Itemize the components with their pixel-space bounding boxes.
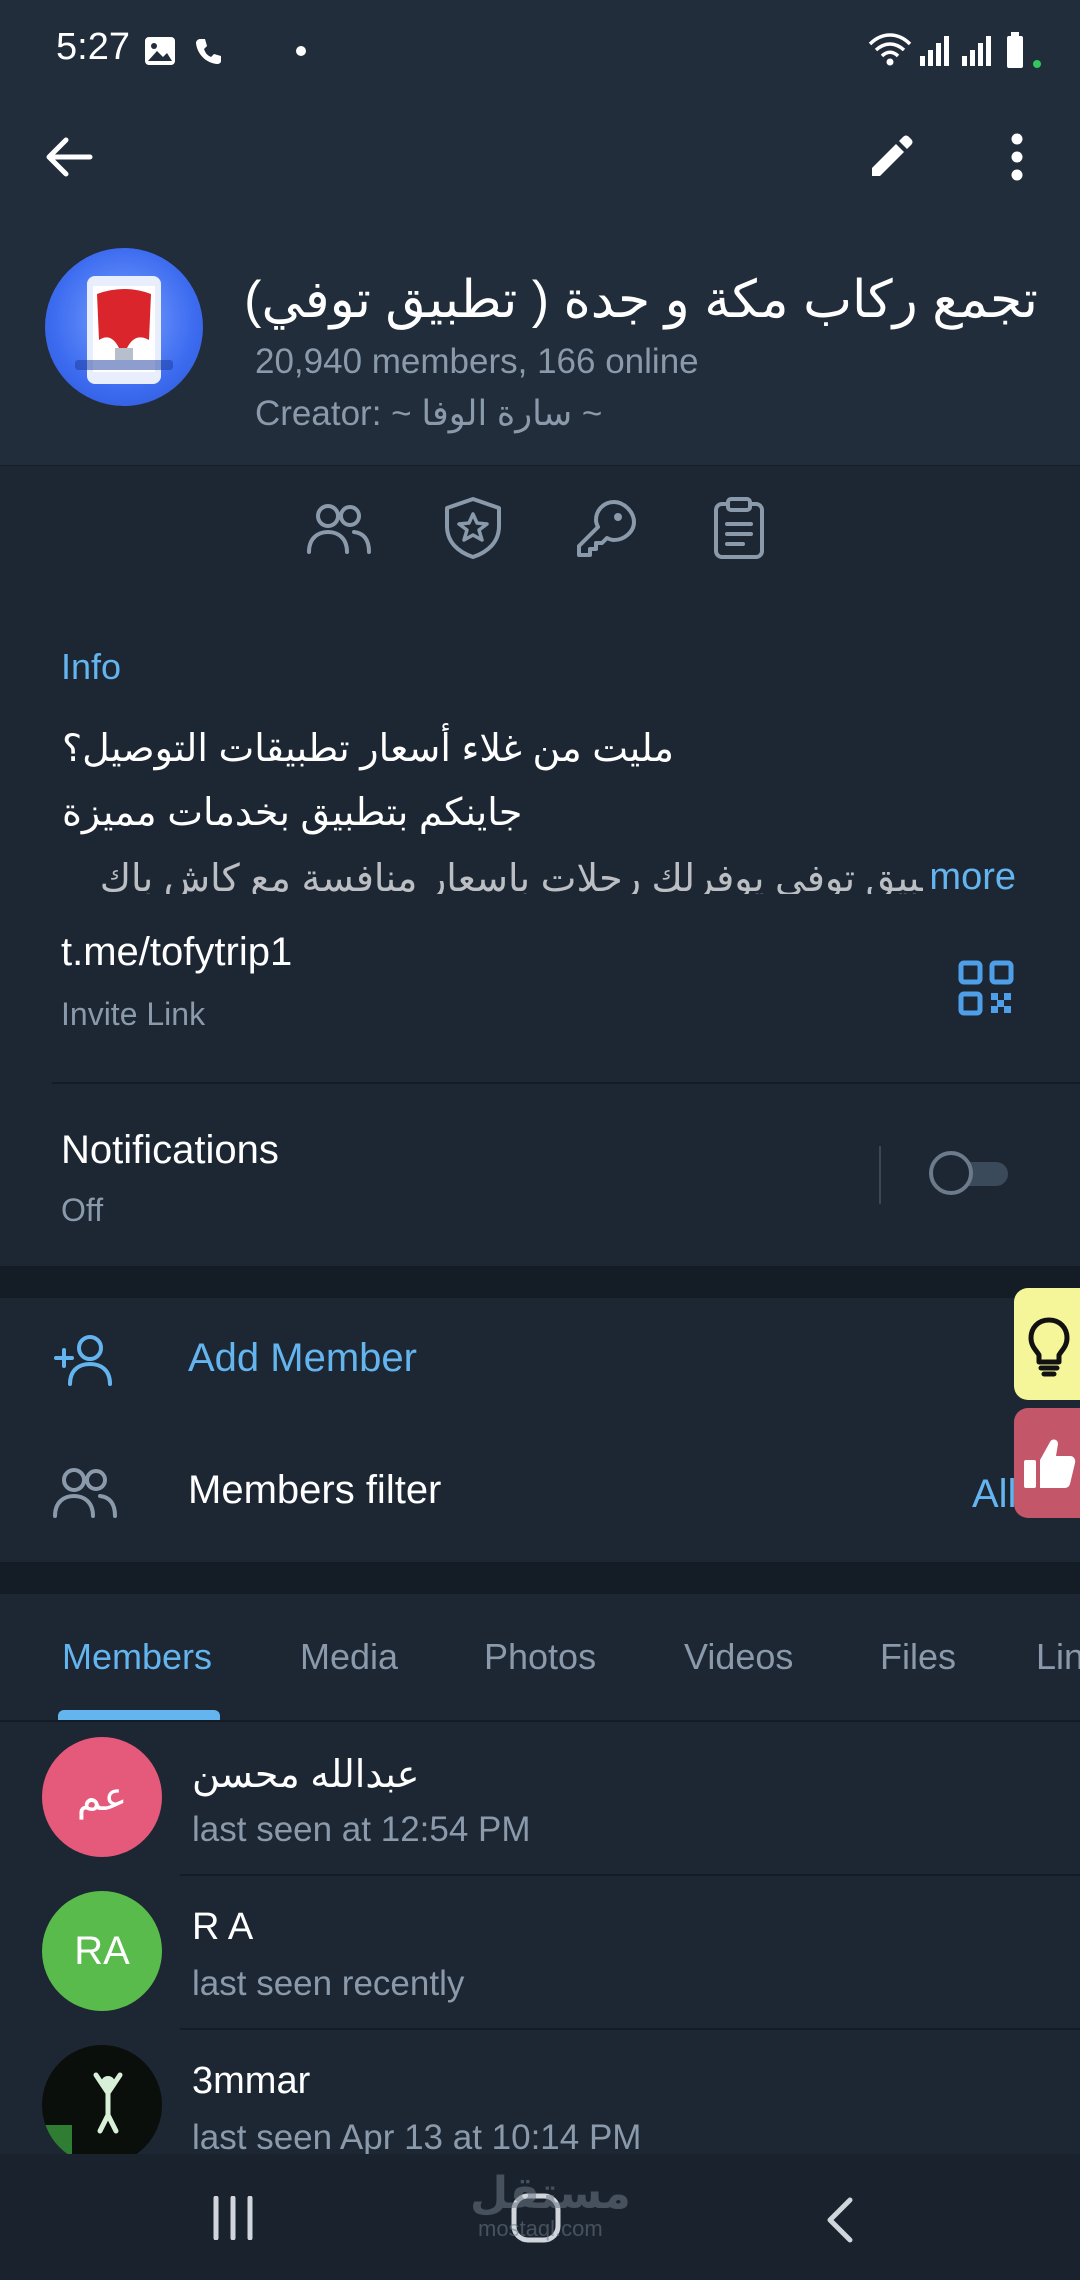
notifications-state: Off xyxy=(61,1192,104,1228)
more-options-button[interactable] xyxy=(1000,132,1034,182)
section-gap xyxy=(0,1266,1080,1298)
member-name[interactable]: R A xyxy=(192,1906,253,1949)
add-member-icon[interactable] xyxy=(52,1332,118,1388)
list-item[interactable]: عم xyxy=(42,1737,162,1857)
tip-button[interactable] xyxy=(1014,1288,1080,1400)
member-name[interactable]: 3mmar xyxy=(192,2060,310,2103)
avatar: عم xyxy=(42,1737,162,1857)
invite-link-label: Invite Link xyxy=(61,996,206,1032)
active-tab-indicator xyxy=(58,1710,220,1720)
members-filter-icon xyxy=(52,1464,118,1520)
tab-files[interactable]: Files xyxy=(880,1636,956,1678)
dot-icon xyxy=(296,46,306,56)
group-member-count: 20,940 members, 166 online xyxy=(255,342,699,381)
group-avatar[interactable] xyxy=(45,248,203,406)
tab-media[interactable]: Media xyxy=(300,1636,398,1678)
members-icon[interactable] xyxy=(306,500,372,556)
list-item[interactable]: RA xyxy=(42,1891,162,2011)
tab-members[interactable]: Members xyxy=(62,1636,212,1678)
qr-code-icon[interactable] xyxy=(958,960,1014,1016)
invite-link[interactable]: t.me/tofytrip1 xyxy=(61,930,292,975)
divider xyxy=(180,2028,1080,2030)
member-status: last seen at 12:54 PM xyxy=(192,1810,531,1849)
list-item[interactable] xyxy=(42,2045,162,2165)
info-heading: Info xyxy=(61,646,122,687)
divider xyxy=(52,1082,1080,1084)
tab-links[interactable]: Links xyxy=(1036,1636,1080,1678)
status-time: 5:27 xyxy=(56,26,130,68)
recent-apps-button[interactable] xyxy=(210,2196,256,2240)
permissions-key-icon[interactable] xyxy=(574,498,638,560)
member-status: last seen recently xyxy=(192,1964,465,2003)
admins-shield-icon[interactable] xyxy=(442,496,504,560)
lightbulb-icon xyxy=(1028,1317,1070,1377)
more-vertical-icon xyxy=(1011,133,1023,181)
avatar xyxy=(42,2045,162,2165)
member-actions xyxy=(0,1298,1080,1562)
description-line-faded: تطبيق توفي يوفرلك رحلات باسعار منافسة مع… xyxy=(99,858,962,894)
notifications-title[interactable]: Notifications xyxy=(61,1128,279,1173)
member-name[interactable]: عبدالله محسن xyxy=(192,1752,419,1797)
chevron-left-icon xyxy=(827,2197,853,2243)
recent-apps-icon xyxy=(213,2196,253,2240)
description-more-link[interactable]: more xyxy=(923,856,1016,899)
gallery-icon xyxy=(144,36,176,66)
description-line: مليت من غلاء أسعار تطبيقات التوصيل؟ xyxy=(62,728,675,770)
signal-icon xyxy=(960,34,994,66)
admin-actions-row xyxy=(0,465,1080,595)
section-gap xyxy=(0,1562,1080,1594)
group-title: تجمع ركاب مكة و جدة ( تطبيق توفي) xyxy=(244,271,1038,329)
back-button[interactable] xyxy=(44,134,94,180)
description-line: جاينكم بتطبيق بخدمات مميزة xyxy=(62,792,523,834)
tab-videos[interactable]: Videos xyxy=(684,1636,793,1678)
phone-icon xyxy=(194,36,224,66)
arrow-left-icon xyxy=(46,137,93,177)
battery-icon xyxy=(1004,30,1044,70)
signal-icon xyxy=(918,34,952,66)
wifi-icon xyxy=(868,32,912,68)
pencil-icon xyxy=(872,135,913,176)
watermark-sub: mostaql.com xyxy=(478,2216,603,2241)
members-filter-value[interactable]: All xyxy=(972,1472,1016,1517)
member-list xyxy=(0,1722,1080,2154)
like-button[interactable] xyxy=(1014,1408,1080,1518)
divider xyxy=(180,1874,1080,1876)
notifications-toggle[interactable] xyxy=(928,1150,1014,1196)
avatar: RA xyxy=(42,1891,162,2011)
back-nav-button[interactable] xyxy=(822,2196,858,2244)
watermark: مستقل xyxy=(470,2169,631,2218)
thumbs-up-icon xyxy=(1024,1439,1076,1488)
edit-button[interactable] xyxy=(866,134,914,182)
tab-photos[interactable]: Photos xyxy=(484,1636,596,1678)
divider xyxy=(879,1146,881,1204)
member-status: last seen Apr 13 at 10:14 PM xyxy=(192,2118,642,2157)
group-creator: Creator: ~ سارة الوفا ~ xyxy=(255,394,603,433)
tab-links-clip: Links xyxy=(1036,1636,1080,1678)
add-member-button[interactable]: Add Member xyxy=(188,1336,417,1381)
members-filter-label[interactable]: Members filter xyxy=(188,1468,441,1513)
recent-actions-clipboard-icon[interactable] xyxy=(712,496,766,560)
